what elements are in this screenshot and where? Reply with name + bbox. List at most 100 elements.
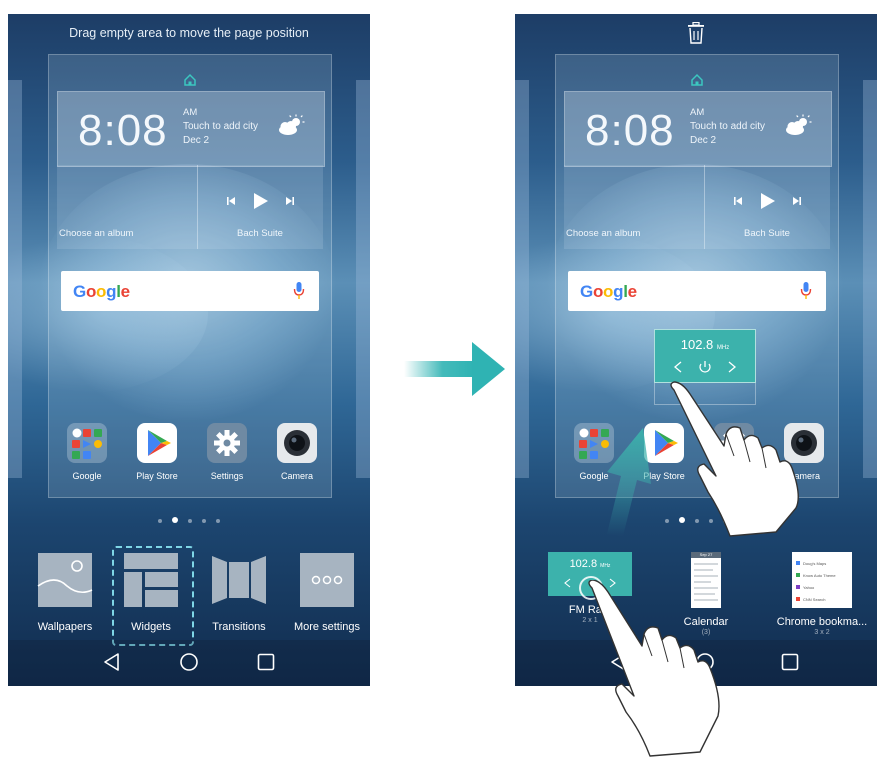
next-track-icon[interactable] [286, 197, 294, 205]
add-city-prompt[interactable]: Touch to add city [690, 121, 765, 132]
weather-partly-sunny-icon [786, 114, 812, 135]
fm-prev-icon[interactable] [673, 361, 682, 373]
tray-label: Transitions [212, 621, 266, 633]
track-title: Bach Suite [237, 228, 283, 239]
back-icon[interactable] [102, 652, 122, 672]
clock-weather-widget[interactable]: 8:08 AM Touch to add city Dec 2 [57, 91, 325, 167]
page-dot[interactable] [723, 519, 727, 523]
transitions-button[interactable]: Transitions [202, 552, 276, 633]
fm-next-icon[interactable] [728, 361, 737, 373]
clock-time: 8:08 [78, 106, 168, 155]
page-dot[interactable] [709, 519, 713, 523]
clock-ampm: AM [690, 107, 705, 118]
add-city-prompt[interactable]: Touch to add city [183, 121, 258, 132]
page-indicator [8, 510, 370, 528]
google-folder-icon [67, 423, 107, 463]
more-settings-button[interactable]: More settings [290, 552, 364, 633]
tray-label: Wallpapers [37, 621, 93, 633]
app-label: Play Store [136, 471, 178, 481]
music-player-widget: Bach Suite [197, 165, 323, 249]
home-nav-icon[interactable] [179, 652, 199, 672]
previous-page-edge[interactable] [8, 80, 22, 478]
music-controls [227, 193, 294, 209]
chrome-bookmarks-widget-item[interactable]: Doug's Maps Know Auto Theme Yahoo CNN Se… [767, 552, 877, 636]
transitions-icon [212, 556, 266, 604]
app-settings[interactable]: Settings [199, 423, 255, 481]
app-camera[interactable]: Camera [269, 423, 325, 481]
google-search-bar[interactable]: Google [61, 271, 319, 311]
weather-partly-sunny-icon [279, 114, 305, 135]
clock-time: 8:08 [585, 106, 675, 155]
fm-preview-unit: MHz [600, 563, 611, 569]
clock-date: Dec 2 [183, 135, 210, 146]
home-icon[interactable] [183, 73, 197, 87]
app-settings[interactable]: Settings [706, 423, 762, 481]
page-dot-active[interactable] [172, 517, 178, 523]
drag-up-arrow-icon [607, 428, 651, 536]
clock-date: Dec 2 [690, 135, 717, 146]
page-dot[interactable] [216, 519, 220, 523]
page-indicator [515, 510, 877, 528]
tray-label: More settings [293, 621, 361, 633]
more-settings-icon [300, 553, 354, 607]
page-dot[interactable] [665, 519, 669, 523]
recents-icon[interactable] [780, 652, 800, 672]
google-search-bar[interactable]: Google [568, 271, 826, 311]
app-google-folder[interactable]: Google [59, 423, 115, 481]
recents-icon[interactable] [256, 652, 276, 672]
dragged-fm-radio-widget[interactable]: 102.8 MHz [654, 329, 756, 383]
navigation-bar [515, 640, 877, 686]
clock-ampm: AM [183, 107, 198, 118]
previous-track-icon[interactable] [227, 197, 235, 205]
previous-track-icon[interactable] [734, 197, 742, 205]
fm-power-icon[interactable] [699, 361, 711, 373]
app-label: Settings [717, 471, 751, 481]
next-page-edge[interactable] [863, 80, 877, 478]
right-phone-screen: 8:08 AM Touch to add city Dec 2 Choose a… [515, 14, 877, 686]
page-dot[interactable] [695, 519, 699, 523]
clock-weather-widget[interactable]: 8:08 AM Touch to add city Dec 2 [564, 91, 832, 167]
play-icon[interactable] [761, 193, 775, 209]
page-dot[interactable] [158, 519, 162, 523]
calendar-widget-item[interactable]: Sep 27 Calendar (3) [651, 552, 761, 636]
microphone-icon[interactable] [800, 281, 812, 301]
back-icon[interactable] [609, 652, 629, 672]
page-dot-active[interactable] [679, 517, 685, 523]
next-track-icon[interactable] [793, 197, 801, 205]
fm-unit: MHz [716, 345, 730, 351]
music-controls [734, 193, 801, 209]
next-page-edge[interactable] [356, 80, 370, 478]
settings-gear-icon [714, 423, 754, 463]
music-player-widget: Bach Suite [704, 165, 830, 249]
previous-page-edge[interactable] [515, 80, 529, 478]
edit-mode-tray: Wallpapers Widgets Transitions More sett… [8, 544, 370, 646]
play-icon[interactable] [254, 193, 268, 209]
microphone-icon[interactable] [293, 281, 305, 301]
app-camera[interactable]: Camera [776, 423, 832, 481]
page-dot[interactable] [202, 519, 206, 523]
choose-album-label: Choose an album [566, 228, 641, 239]
transition-arrow-icon [404, 342, 505, 396]
widget-size-label: 3 x 2 [814, 629, 830, 636]
album-art-area[interactable]: Choose an album [57, 165, 198, 249]
tray-label: Calendar [683, 616, 729, 628]
wallpapers-button[interactable]: Wallpapers [28, 552, 102, 633]
trash-icon[interactable] [687, 22, 705, 44]
tray-label: Chrome bookma... [776, 616, 868, 628]
home-icon[interactable] [690, 73, 704, 87]
widgets-button[interactable]: Widgets [112, 546, 194, 646]
album-art-area[interactable]: Choose an album [564, 165, 705, 249]
settings-gear-icon [207, 423, 247, 463]
choose-album-label: Choose an album [59, 228, 134, 239]
bookmark-item: Know Auto Theme [803, 572, 836, 578]
page-dot[interactable] [188, 519, 192, 523]
app-play-store[interactable]: Play Store [129, 423, 185, 481]
tray-label: FM Ra... [568, 604, 612, 616]
home-nav-icon[interactable] [695, 652, 715, 672]
calendar-preview-lines [694, 563, 718, 601]
bookmark-item: CNN Search [803, 596, 826, 602]
drag-hint-text: Drag empty area to move the page positio… [69, 26, 309, 40]
navigation-bar [8, 640, 370, 686]
home-page-preview[interactable]: 8:08 AM Touch to add city Dec 2 Choose a… [48, 54, 332, 498]
fm-controls [673, 361, 737, 373]
